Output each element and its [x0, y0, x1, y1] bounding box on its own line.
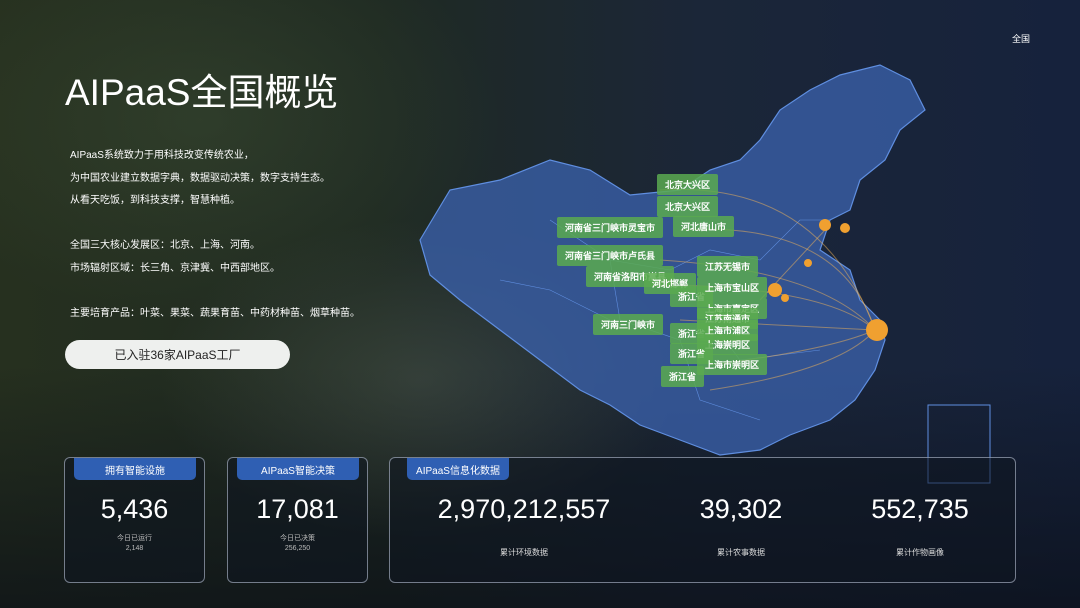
desc-line: AIPaaS系统致力于用科技改变传统农业，: [70, 150, 254, 161]
desc-line: 从看天吃饭，到科技支撑，智慧种植。: [70, 195, 240, 206]
metric-value: 39,302: [699, 494, 783, 524]
hotspot: [866, 319, 888, 341]
desc-line: [70, 213, 360, 236]
desc-line: 全国三大核心发展区：北京、上海、河南。: [70, 240, 260, 251]
card-tag: AIPaaS智能决策: [237, 458, 359, 480]
card-sub-label: 今日已运行: [117, 535, 152, 542]
card-value: 5,436: [100, 494, 169, 524]
card-sub-value: 2,148: [125, 545, 144, 552]
page-title: AIPaaS全国概览: [65, 72, 339, 113]
factories-button[interactable]: 已入驻36家AIPaaS工厂: [65, 340, 290, 369]
data-card: AIPaaS信息化数据 2,970,212,557 累计环境数据 39,302 累计…: [389, 457, 1016, 583]
metric-label: 累计农事数据: [717, 548, 765, 557]
card-tag: 拥有智能设施: [74, 458, 196, 480]
map-label[interactable]: 浙江省: [661, 366, 705, 387]
desc-line: 主要培育产品：叶菜、果菜、蔬果育苗、中药材种苗、烟草种苗。: [70, 307, 360, 319]
desc-line: 市场辐射区域：长三角、京津冀、中西部地区。: [70, 262, 280, 274]
hotspot: [819, 219, 831, 231]
card-tag: AIPaaS信息化数据: [407, 458, 509, 480]
card-value: 17,081: [256, 494, 339, 524]
decisions-card: AIPaaS智能决策 17,081 今日已决策 256,250: [227, 457, 368, 583]
card-sub-value: 256,250: [284, 545, 311, 552]
hotspot: [781, 294, 789, 302]
hotspot: [768, 283, 782, 297]
metric-value: 552,735: [871, 494, 969, 524]
description: AIPaaS系统致力于用科技改变传统农业， 为中国农业建立数据字典，数据驱动决策…: [70, 145, 360, 325]
map-label[interactable]: 河南省三门峡市卢氏县: [557, 245, 664, 266]
card-sub-label: 今日已决策: [280, 535, 315, 542]
map-label[interactable]: 河北唐山市: [673, 216, 735, 237]
desc-line: 为中国农业建立数据字典，数据驱动决策，数字支持生态。: [70, 172, 330, 184]
facilities-card: 拥有智能设施 5,436 今日已运行 2,148: [64, 457, 205, 583]
china-map[interactable]: [380, 20, 1020, 490]
map-label[interactable]: 河南省三门峡市灵宝市: [557, 217, 664, 238]
map-label[interactable]: 江苏无锡市: [697, 256, 759, 277]
hotspot: [804, 259, 812, 267]
metric-environment: 2,970,212,557 累计环境数据: [424, 494, 624, 558]
desc-line: [70, 280, 360, 303]
map-label[interactable]: 上海市崇明区: [697, 354, 768, 375]
metric-value: 2,970,212,557: [437, 494, 611, 524]
map-label[interactable]: 上海市宝山区: [697, 277, 768, 298]
metric-farming: 39,302 累计农事数据: [641, 494, 841, 558]
map-label[interactable]: 河南三门峡市: [593, 314, 664, 335]
metric-label: 累计环境数据: [500, 548, 548, 557]
hotspot: [840, 223, 850, 233]
metric-crop-profile: 552,735 累计作物画像: [820, 494, 1020, 558]
map-label[interactable]: 北京大兴区: [657, 174, 719, 195]
map-label[interactable]: 北京大兴区: [657, 196, 719, 217]
china-outline: [419, 64, 926, 456]
metric-label: 累计作物画像: [896, 548, 944, 557]
